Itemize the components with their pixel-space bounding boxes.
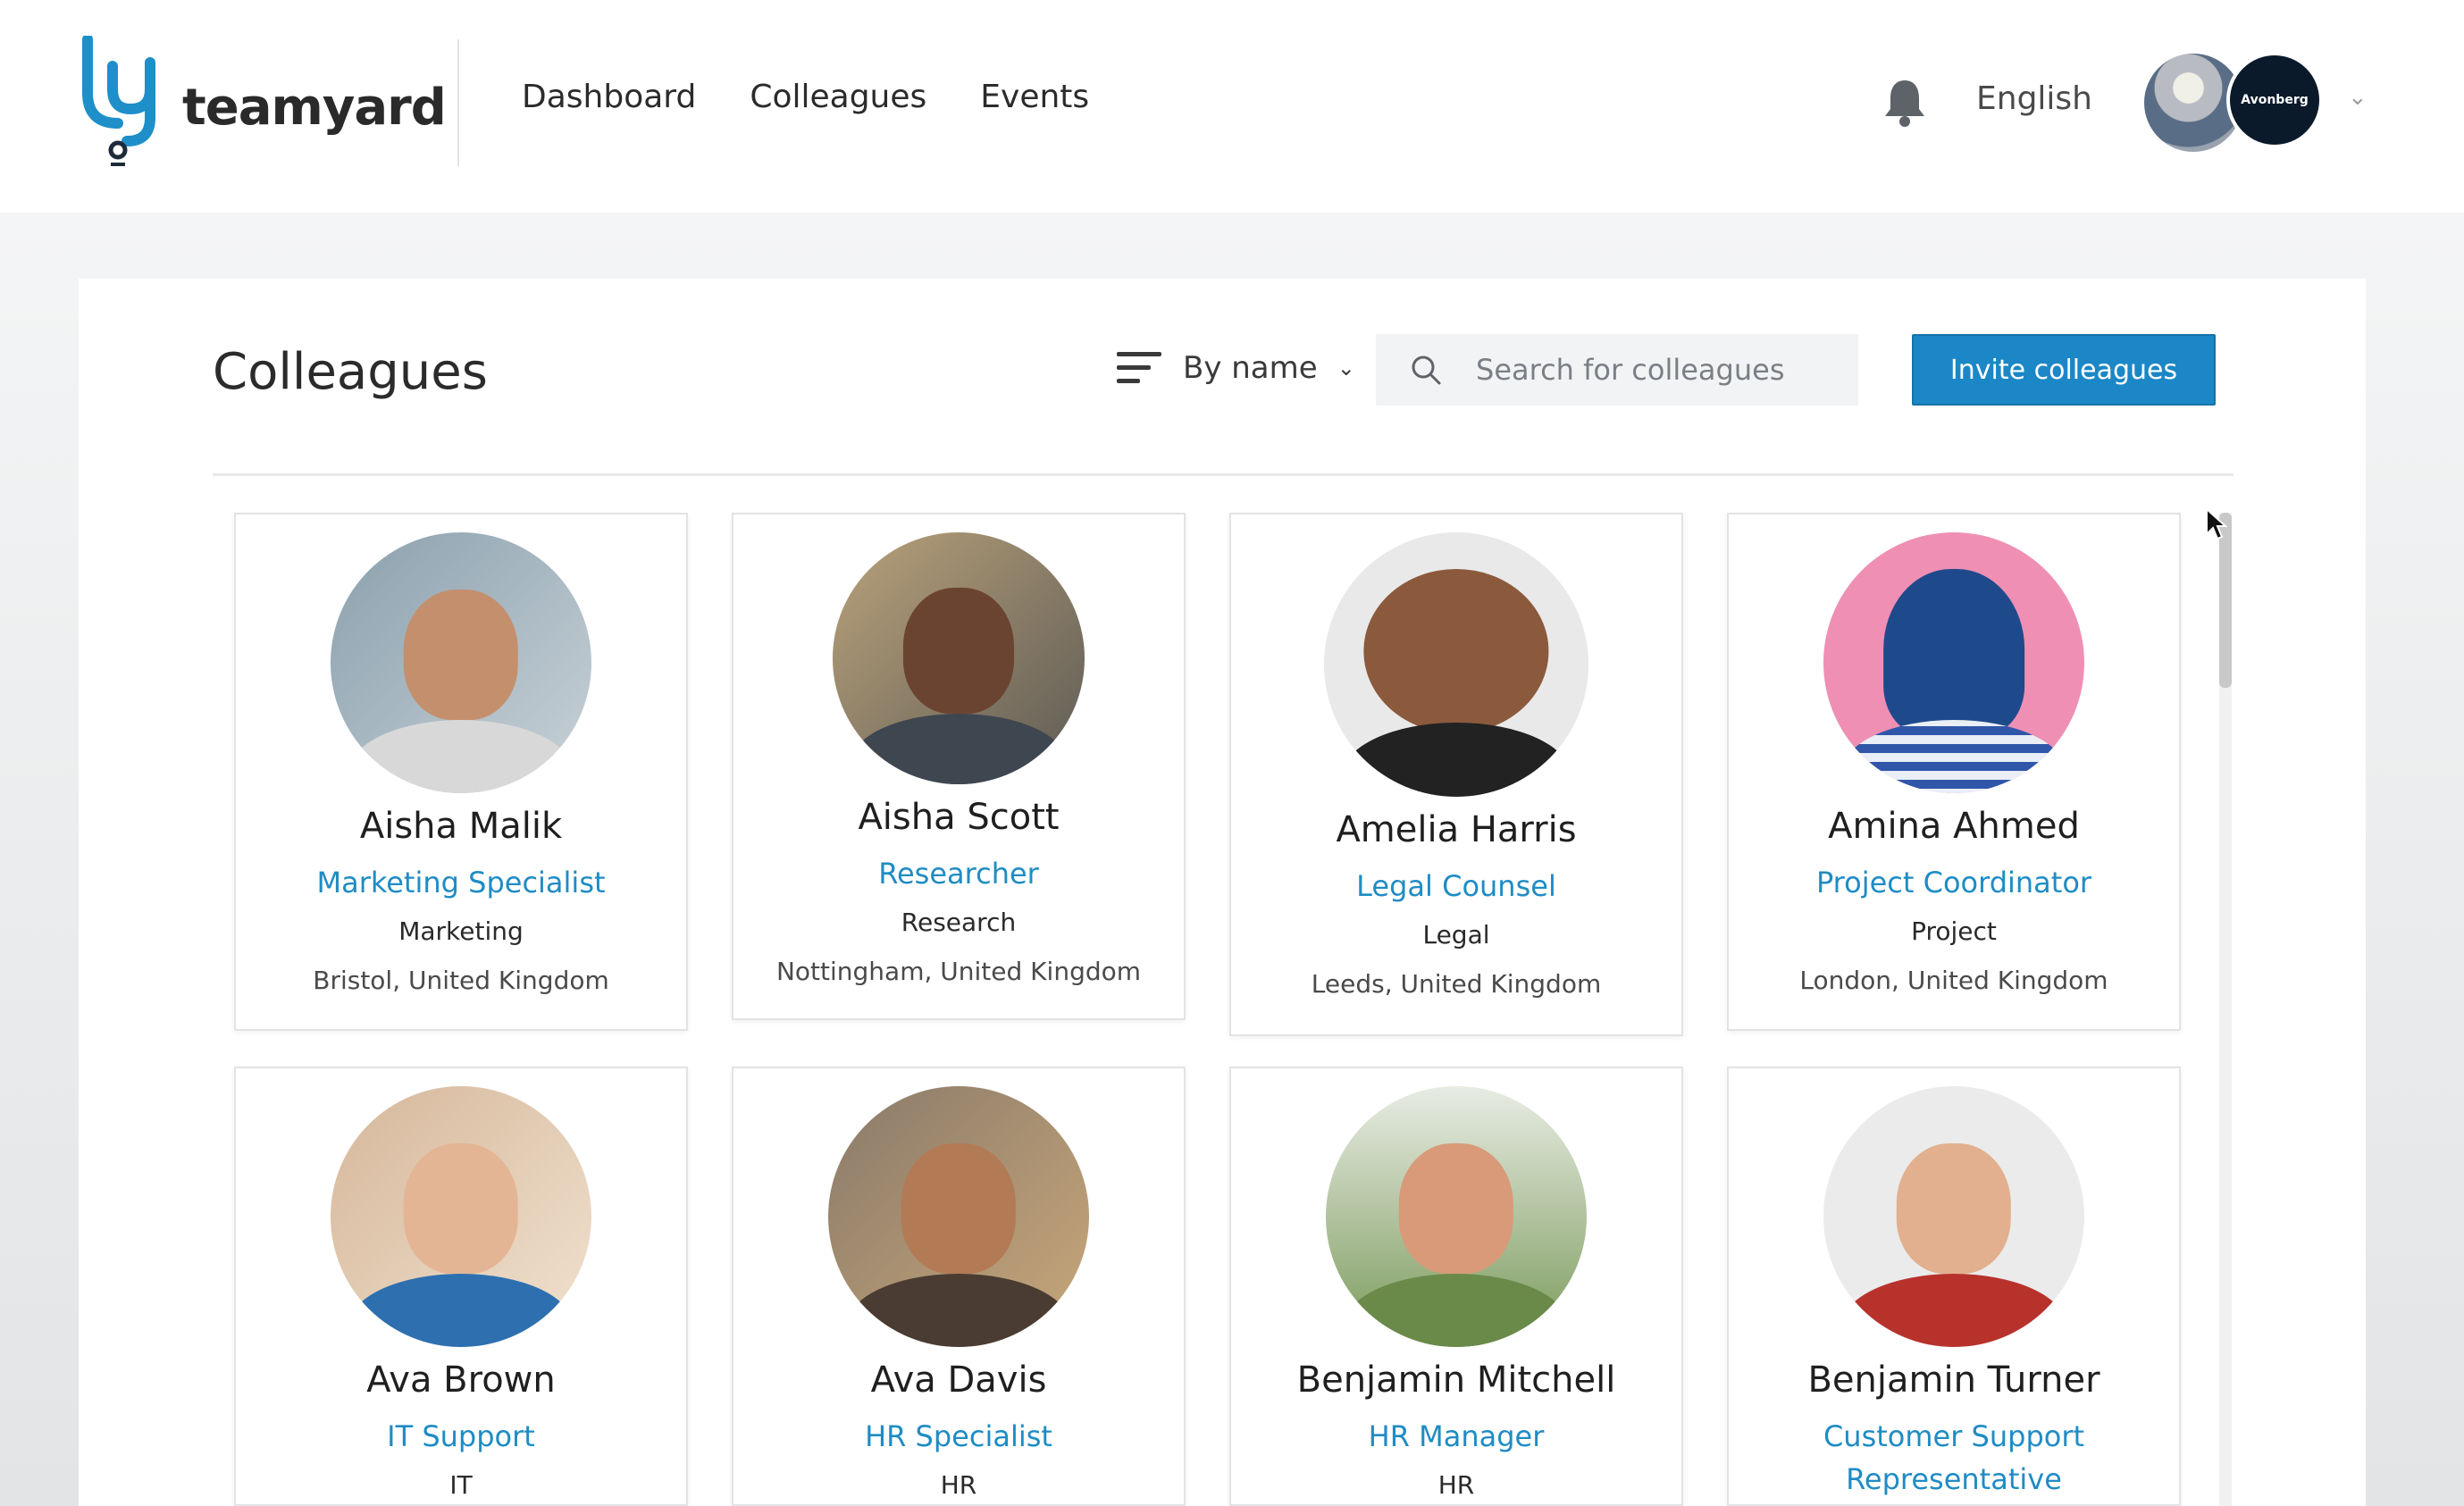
- colleague-department: Marketing: [398, 916, 524, 946]
- nav-events[interactable]: Events: [980, 79, 1089, 115]
- colleague-card[interactable]: Amelia Harris Legal Counsel Legal Leeds,…: [1229, 513, 1683, 1036]
- org-avatar[interactable]: Avonberg: [2226, 52, 2323, 148]
- colleague-card[interactable]: Benjamin Turner Customer Support Represe…: [1727, 1067, 2181, 1506]
- colleague-card[interactable]: Ava Brown IT Support IT: [234, 1067, 688, 1506]
- colleague-photo: [331, 1086, 591, 1347]
- colleague-name: Benjamin Turner: [1807, 1360, 2100, 1401]
- sort-dropdown[interactable]: By name ⌄: [1115, 348, 1355, 388]
- colleague-photo: [1324, 532, 1588, 797]
- colleague-name: Amelia Harris: [1336, 809, 1577, 850]
- colleague-card[interactable]: Aisha Malik Marketing Specialist Marketi…: [234, 513, 688, 1031]
- top-header: teamyard Dashboard Colleagues Events Eng…: [0, 0, 2464, 213]
- colleagues-panel: Colleagues By name ⌄ Invite colleagues A…: [79, 279, 2366, 1506]
- brand-name: teamyard: [182, 79, 447, 137]
- chevron-down-icon: ⌄: [1337, 356, 1355, 381]
- page-title: Colleagues: [213, 343, 488, 401]
- colleague-name: Ava Davis: [870, 1360, 1047, 1401]
- language-selector[interactable]: English: [1976, 80, 2092, 117]
- sort-label: By name: [1183, 350, 1318, 386]
- header-divider: [457, 39, 459, 166]
- colleague-card[interactable]: Amina Ahmed Project Coordinator Project …: [1727, 513, 2181, 1031]
- colleague-location: London, United Kingdom: [1799, 966, 2108, 995]
- colleague-photo: [1823, 532, 2084, 793]
- colleague-name: Amina Ahmed: [1828, 806, 2080, 847]
- colleague-photo: [331, 532, 591, 793]
- colleague-department: HR: [1437, 1470, 1475, 1500]
- invite-colleagues-button[interactable]: Invite colleagues: [1912, 334, 2216, 406]
- colleague-department: Research: [901, 908, 1017, 937]
- search-input[interactable]: [1476, 353, 1851, 387]
- colleague-role: Customer Support Representative: [1823, 1419, 2085, 1496]
- search-box[interactable]: [1376, 334, 1858, 406]
- colleague-department: Project: [1911, 916, 1997, 946]
- colleague-role: IT Support: [387, 1419, 535, 1453]
- colleague-role: Researcher: [878, 857, 1039, 891]
- colleague-location: Leeds, United Kingdom: [1311, 969, 1602, 999]
- colleague-department: HR: [940, 1470, 977, 1500]
- colleague-name: Aisha Scott: [858, 797, 1060, 838]
- colleague-card[interactable]: Benjamin Mitchell HR Manager HR: [1229, 1067, 1683, 1506]
- header-rule: [213, 473, 2234, 476]
- colleague-photo: [1326, 1086, 1587, 1347]
- scrollbar[interactable]: [2219, 513, 2232, 1506]
- sort-icon: [1117, 352, 1161, 383]
- colleague-department: Legal: [1422, 920, 1490, 950]
- colleague-role: Marketing Specialist: [316, 866, 606, 899]
- org-badge-label: Avonberg: [2241, 93, 2309, 107]
- colleague-photo: [833, 532, 1085, 784]
- colleague-role: Project Coordinator: [1815, 866, 2092, 899]
- colleague-name: Aisha Malik: [359, 806, 563, 847]
- colleague-role: Legal Counsel: [1356, 869, 1556, 903]
- chevron-down-icon[interactable]: ⌄: [2348, 86, 2371, 109]
- colleague-name: Benjamin Mitchell: [1296, 1360, 1616, 1401]
- logo-icon[interactable]: [75, 36, 173, 170]
- nav-colleagues[interactable]: Colleagues: [750, 79, 926, 115]
- bell-icon[interactable]: [1882, 77, 1928, 127]
- cursor-icon: [2206, 507, 2228, 540]
- main-nav: Dashboard Colleagues Events: [522, 79, 1089, 115]
- colleague-role: HR Specialist: [865, 1419, 1052, 1453]
- colleague-photo: [1823, 1086, 2084, 1347]
- colleague-name: Ava Brown: [366, 1360, 556, 1401]
- colleague-location: Nottingham, United Kingdom: [775, 957, 1142, 986]
- colleague-photo: [828, 1086, 1089, 1347]
- search-icon: [1412, 356, 1441, 385]
- colleague-role: HR Manager: [1368, 1419, 1545, 1453]
- colleague-card[interactable]: Aisha Scott Researcher Research Nottingh…: [732, 513, 1186, 1020]
- colleague-location: Bristol, United Kingdom: [313, 966, 609, 995]
- nav-dashboard[interactable]: Dashboard: [522, 79, 696, 115]
- colleague-department: IT: [449, 1470, 473, 1500]
- colleague-card[interactable]: Ava Davis HR Specialist HR: [732, 1067, 1186, 1506]
